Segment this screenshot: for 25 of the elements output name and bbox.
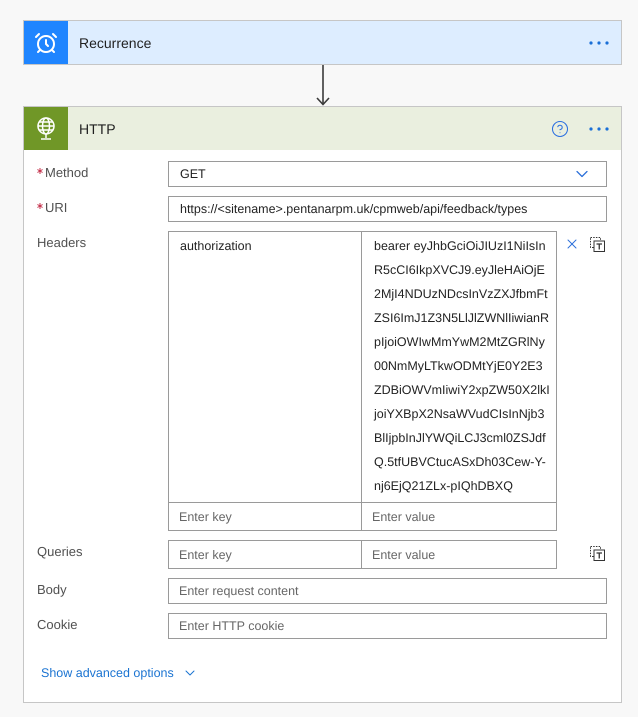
input-field[interactable]: Enter HTTP cookie bbox=[168, 613, 607, 639]
text-field[interactable]: https://<sitename>.pentanarpm.uk/cpmweb/api/feedback/types bbox=[168, 196, 607, 222]
input-field[interactable]: Enter request content bbox=[168, 578, 607, 604]
text-box-icon[interactable] bbox=[590, 546, 605, 561]
help-icon[interactable] bbox=[551, 120, 569, 138]
key-input-field[interactable]: Enter key bbox=[168, 502, 362, 531]
card-title: HTTP bbox=[79, 120, 116, 136]
field-label: Method bbox=[45, 165, 88, 181]
card-header[interactable]: HTTP bbox=[24, 107, 621, 150]
method-dropdown[interactable]: GET bbox=[168, 161, 607, 187]
field-label: Cookie bbox=[37, 617, 78, 633]
field-label: Headers bbox=[37, 235, 86, 251]
key-input-field[interactable]: Enter key bbox=[168, 540, 362, 569]
text-box-icon[interactable] bbox=[590, 237, 605, 252]
value-input-field[interactable]: Enter value bbox=[361, 502, 557, 531]
more-icon[interactable] bbox=[589, 40, 609, 44]
value-input-field[interactable]: Enter value bbox=[361, 540, 557, 569]
connector-arrow bbox=[316, 65, 330, 106]
more-icon[interactable] bbox=[589, 126, 609, 130]
field-label: Queries bbox=[37, 544, 83, 560]
field-label: Body bbox=[37, 582, 67, 598]
advanced-options-link[interactable]: Show advanced options bbox=[41, 665, 198, 681]
card-title: Recurrence bbox=[79, 34, 152, 50]
field-label: URI bbox=[45, 200, 68, 216]
card-header[interactable]: Recurrence bbox=[24, 21, 621, 64]
